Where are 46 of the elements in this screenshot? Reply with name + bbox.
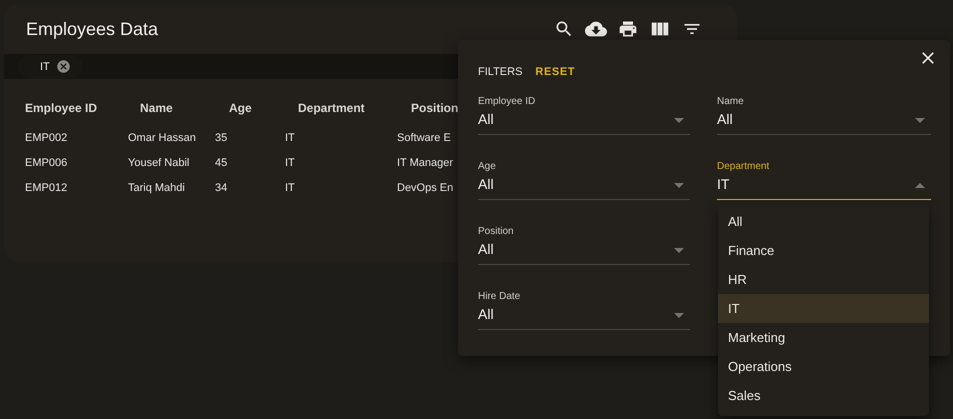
table-cell-text: EMP002 bbox=[25, 130, 68, 146]
select-field[interactable]: Department IT bbox=[717, 159, 931, 200]
table-cell-text: IT bbox=[285, 180, 295, 196]
printer-icon bbox=[618, 19, 638, 39]
menu-option[interactable]: Finance bbox=[718, 236, 929, 265]
reset-button[interactable]: RESET bbox=[535, 66, 576, 78]
caret-icon bbox=[915, 183, 925, 188]
caret-icon bbox=[915, 118, 925, 123]
table-cell-text: Tariq Mahdi bbox=[128, 180, 185, 196]
column-header[interactable]: Employee ID bbox=[25, 91, 98, 125]
panel-title: FILTERS bbox=[478, 66, 522, 78]
menu-option[interactable]: Operations bbox=[718, 352, 929, 381]
table-cell-text: IT bbox=[285, 130, 295, 146]
table-cell-text: EMP006 bbox=[25, 156, 68, 170]
table-cell-text: DevOps En bbox=[397, 180, 454, 196]
table-cell-text: EMP012 bbox=[25, 180, 68, 196]
card-title: Employees Data bbox=[26, 18, 160, 40]
menu-option[interactable]: Marketing bbox=[718, 323, 929, 352]
select-field[interactable]: Name All bbox=[717, 94, 931, 135]
column-header[interactable]: Position bbox=[397, 91, 458, 125]
search-icon bbox=[554, 19, 574, 39]
caret-icon bbox=[674, 118, 684, 123]
table-cell-text: Software E bbox=[397, 130, 451, 146]
column-header[interactable]: Name bbox=[128, 91, 173, 125]
menu-option[interactable]: Sales bbox=[718, 381, 929, 410]
remove-icon[interactable] bbox=[56, 59, 71, 74]
table-cell-text: 45 bbox=[215, 156, 228, 170]
select-field[interactable]: Employee ID All bbox=[478, 94, 690, 135]
select-field[interactable]: Age All bbox=[478, 159, 690, 200]
table-cell-text: 34 bbox=[215, 180, 228, 196]
menu-option[interactable]: IT bbox=[718, 294, 929, 323]
menu-option[interactable]: All bbox=[718, 207, 929, 236]
select-field[interactable]: Position All bbox=[478, 224, 690, 265]
table-cell-text: 35 bbox=[215, 130, 228, 146]
chip-label: IT bbox=[40, 60, 50, 72]
caret-icon bbox=[674, 313, 684, 318]
table-cell-text: IT bbox=[285, 156, 295, 170]
caret-icon bbox=[674, 183, 684, 188]
table-cell-text: Yousef Nabil bbox=[128, 156, 190, 170]
table-cell-text: IT Manager bbox=[397, 156, 454, 170]
column-header[interactable]: Department bbox=[285, 91, 365, 125]
table-cell-text: Omar Hassan bbox=[128, 130, 196, 146]
menu-option[interactable]: HR bbox=[718, 265, 929, 294]
select-field[interactable]: Hire Date All bbox=[478, 289, 690, 330]
caret-icon bbox=[674, 248, 684, 253]
column-header[interactable]: Age bbox=[215, 91, 252, 125]
